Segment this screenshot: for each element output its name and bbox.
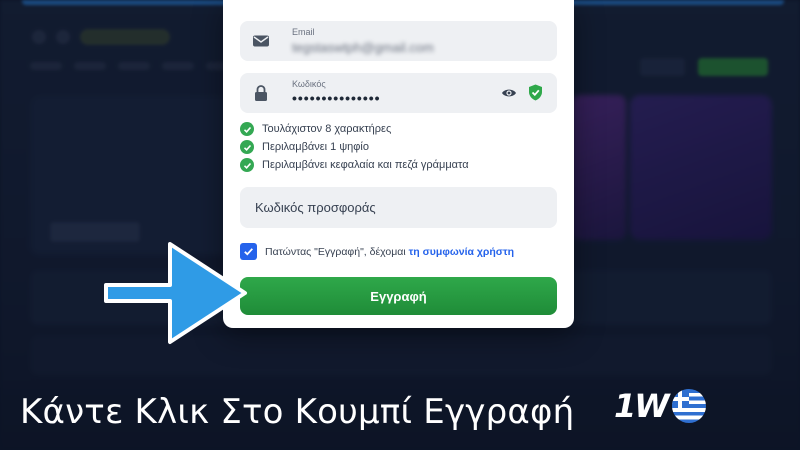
password-rule-text: Τουλάχιστον 8 χαρακτήρες xyxy=(262,123,392,135)
password-rule-text: Περιλαμβάνει 1 ψηφίο xyxy=(262,141,369,153)
email-field[interactable]: Email tegstaswtph@gmail.com xyxy=(240,21,557,61)
password-rule: Περιλαμβάνει κεφαλαία και πεζά γράμματα xyxy=(240,158,469,172)
eye-icon[interactable] xyxy=(501,86,517,100)
password-rule: Περιλαμβάνει 1 ψηφίο xyxy=(240,140,369,154)
greek-flag-icon xyxy=(671,389,706,423)
registration-form: Email tegstaswtph@gmail.com Κωδικός ••••… xyxy=(223,0,574,328)
check-circle-icon xyxy=(240,140,254,154)
agreement-row: Πατώντας "Εγγραφή", δέχομαι τη συμφωνία … xyxy=(240,243,514,260)
email-label: Email xyxy=(292,27,315,37)
check-circle-icon xyxy=(240,158,254,172)
email-value: tegstaswtph@gmail.com xyxy=(292,40,434,55)
caption-text: Κάντε Κλικ Στο Κουμπί Εγγραφή xyxy=(20,392,575,432)
user-agreement-link[interactable]: τη συμφωνία χρήστη xyxy=(409,246,514,258)
promo-code-placeholder: Κωδικός προσφοράς xyxy=(255,200,376,215)
check-circle-icon xyxy=(240,122,254,136)
password-rule: Τουλάχιστον 8 χαρακτήρες xyxy=(240,122,391,136)
password-label: Κωδικός xyxy=(292,79,326,89)
arrow-right-icon xyxy=(104,242,247,344)
lock-icon xyxy=(255,85,267,101)
brand-logo: 1W xyxy=(614,386,706,426)
agreement-text-plain: Πατώντας "Εγγραφή", δέχομαι xyxy=(265,245,409,258)
shield-check-icon xyxy=(529,84,542,101)
password-rule-text: Περιλαμβάνει κεφαλαία και πεζά γράμματα xyxy=(262,159,469,171)
brand-logo-text: 1W xyxy=(614,387,670,425)
agreement-text: Πατώντας "Εγγραφή", δέχομαι τη συμφωνία … xyxy=(265,246,514,258)
promo-code-field[interactable]: Κωδικός προσφοράς xyxy=(240,187,557,228)
register-button[interactable]: Εγγραφή xyxy=(240,277,557,315)
password-value: ••••••••••••••• xyxy=(292,90,381,106)
mail-icon xyxy=(253,35,269,47)
password-field[interactable]: Κωδικός ••••••••••••••• xyxy=(240,73,557,113)
